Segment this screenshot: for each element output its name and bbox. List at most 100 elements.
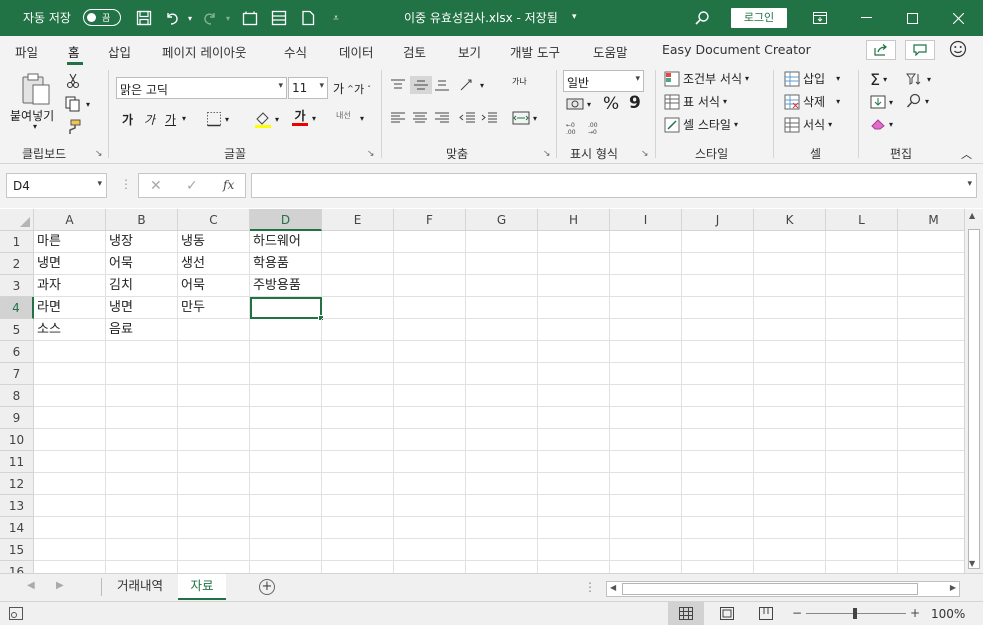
cell[interactable] (682, 275, 754, 297)
tab-help[interactable]: 도움말 (593, 42, 628, 61)
tab-splitter-icon[interactable]: ⋮ (584, 580, 596, 594)
cell[interactable] (322, 231, 394, 253)
cell[interactable] (610, 495, 682, 517)
increase-decimal-icon[interactable]: ←0.00 (566, 121, 584, 135)
horizontal-scroll-thumb[interactable] (622, 583, 918, 595)
column-header[interactable]: J (682, 209, 754, 231)
chevron-down-icon[interactable]: ▾ (97, 179, 102, 189)
cell[interactable] (178, 319, 250, 341)
cell[interactable] (826, 451, 898, 473)
cell[interactable] (538, 407, 610, 429)
cell[interactable] (898, 363, 964, 385)
cell[interactable]: 하드웨어 (250, 231, 322, 253)
cell[interactable]: 라면 (34, 297, 106, 319)
scroll-left-icon[interactable]: ◀ (610, 583, 616, 592)
cell[interactable] (610, 363, 682, 385)
cell[interactable] (394, 495, 466, 517)
merge-center-icon[interactable]: ▾ (512, 111, 537, 125)
cell[interactable] (322, 363, 394, 385)
tab-page-layout[interactable]: 페이지 레이아웃 (162, 42, 246, 61)
row-header[interactable]: 13 (0, 495, 34, 517)
cell[interactable] (394, 385, 466, 407)
cell[interactable] (754, 231, 826, 253)
format-as-table-button[interactable]: 표 서식 ▾ (664, 93, 727, 110)
format-painter-icon[interactable] (65, 119, 81, 135)
cell-styles-button[interactable]: 셀 스타일 ▾ (664, 116, 738, 133)
row-header[interactable]: 8 (0, 385, 34, 407)
cell[interactable] (466, 473, 538, 495)
cell[interactable] (610, 385, 682, 407)
cell[interactable] (178, 385, 250, 407)
cell[interactable]: 만두 (178, 297, 250, 319)
cell[interactable] (682, 231, 754, 253)
cell[interactable] (538, 473, 610, 495)
cell[interactable] (826, 297, 898, 319)
collapse-ribbon-icon[interactable]: ︿ (961, 146, 972, 162)
cell[interactable] (394, 473, 466, 495)
find-select-icon[interactable]: ▾ (906, 93, 929, 109)
number-launcher-icon[interactable]: ↘ (641, 149, 649, 159)
cell[interactable]: 어묵 (178, 275, 250, 297)
cell[interactable] (322, 407, 394, 429)
cell[interactable] (682, 363, 754, 385)
cell[interactable] (610, 253, 682, 275)
cell[interactable] (826, 363, 898, 385)
cell[interactable] (466, 495, 538, 517)
cell[interactable] (754, 407, 826, 429)
align-center-icon[interactable] (412, 112, 428, 124)
cell[interactable] (250, 539, 322, 561)
cell[interactable] (178, 341, 250, 363)
cell[interactable] (322, 297, 394, 319)
cell[interactable] (682, 385, 754, 407)
scroll-right-icon[interactable]: ▶ (950, 583, 956, 592)
cell[interactable] (610, 297, 682, 319)
cell[interactable] (682, 253, 754, 275)
cell[interactable] (106, 561, 178, 573)
customize-toolbar-icon[interactable]: ⩡ (326, 8, 346, 28)
cell[interactable] (34, 451, 106, 473)
cell[interactable] (394, 363, 466, 385)
grow-font-button[interactable]: 가 ^ (333, 80, 354, 97)
cell[interactable] (466, 539, 538, 561)
cell[interactable] (106, 451, 178, 473)
cell[interactable] (34, 495, 106, 517)
row-header[interactable]: 7 (0, 363, 34, 385)
comments-button[interactable] (905, 40, 935, 60)
cell[interactable] (898, 517, 964, 539)
row-header[interactable]: 12 (0, 473, 34, 495)
column-header[interactable]: D (250, 209, 322, 231)
redo-icon[interactable] (200, 8, 220, 28)
cell[interactable]: 냉동 (178, 231, 250, 253)
underline-button[interactable]: 가 (165, 111, 176, 128)
cell[interactable] (826, 231, 898, 253)
number-format-select[interactable]: 일반 ▾ (563, 70, 644, 92)
cell[interactable]: 학용품 (250, 253, 322, 275)
feedback-smiley-icon[interactable] (949, 40, 967, 58)
cell[interactable] (466, 363, 538, 385)
row-header[interactable]: 6 (0, 341, 34, 363)
cell[interactable] (322, 341, 394, 363)
orientation-icon[interactable]: ▾ (459, 78, 484, 92)
cell[interactable] (898, 429, 964, 451)
cell[interactable] (898, 407, 964, 429)
align-left-icon[interactable] (390, 112, 406, 124)
phonetic-dropdown-icon[interactable]: ▾ (360, 114, 364, 123)
column-header[interactable]: I (610, 209, 682, 231)
cell[interactable] (250, 407, 322, 429)
clipboard-launcher-icon[interactable]: ↘ (95, 149, 103, 159)
cell[interactable] (34, 517, 106, 539)
alignment-launcher-icon[interactable]: ↘ (543, 149, 551, 159)
cell[interactable] (466, 297, 538, 319)
cell[interactable] (754, 561, 826, 573)
clear-icon[interactable]: ▾ (870, 118, 893, 130)
cell[interactable] (826, 275, 898, 297)
cell[interactable] (898, 451, 964, 473)
cell[interactable] (466, 231, 538, 253)
percent-button[interactable]: % (603, 94, 619, 114)
cell[interactable] (250, 451, 322, 473)
spreadsheet-grid[interactable]: A B C D E F G H I J K L M 1 마른 냉장 냉동 하드웨어 2 냉면 어묵 생선 학용품 3 과자 김치 어… (0, 209, 964, 573)
cell[interactable] (394, 341, 466, 363)
sheet-tab-data[interactable]: 자료 (178, 574, 226, 600)
row-header[interactable]: 14 (0, 517, 34, 539)
cell[interactable] (250, 363, 322, 385)
